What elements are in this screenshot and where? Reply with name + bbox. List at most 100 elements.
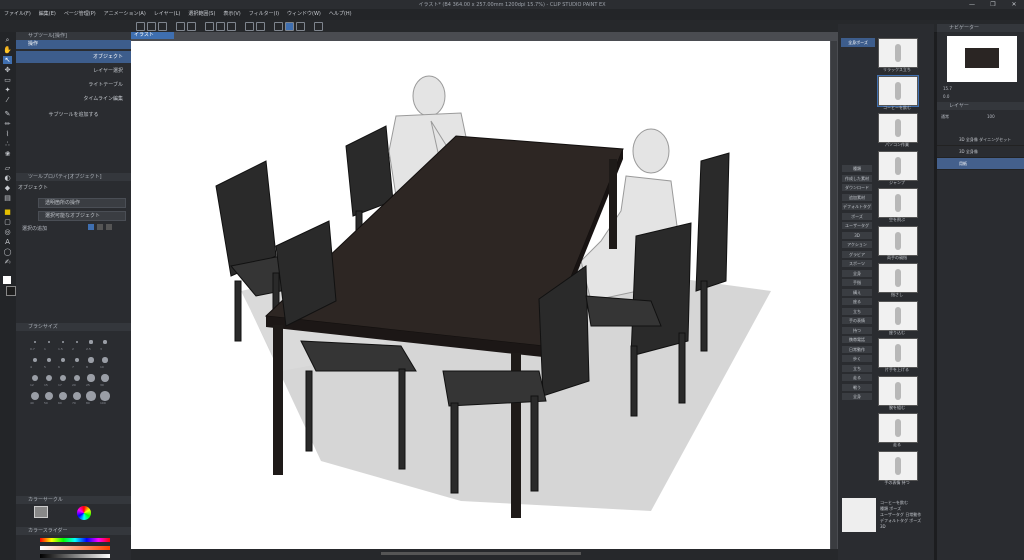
brush-tool-icon[interactable]: ⌇	[3, 130, 12, 138]
correct-line-tool-icon[interactable]: ✍	[3, 258, 12, 266]
material-tag[interactable]: アクション	[842, 241, 872, 248]
brightness-slider[interactable]	[40, 554, 110, 558]
transparent-area-select[interactable]: 透明箇所の操作	[38, 198, 126, 208]
saturation-slider[interactable]	[40, 546, 110, 550]
horizontal-scrollbar[interactable]	[381, 552, 581, 555]
material-thumbnail[interactable]	[878, 375, 918, 406]
figure-tool-icon[interactable]: ■	[3, 208, 12, 216]
material-tag[interactable]: ポーズ	[842, 212, 872, 220]
hand-tool-icon[interactable]: ✋	[3, 46, 12, 54]
open-icon[interactable]	[147, 22, 156, 31]
eraser-tool-icon[interactable]: ▱	[3, 164, 12, 172]
brush-size-option[interactable]	[60, 357, 66, 363]
brush-size-option[interactable]	[34, 341, 36, 343]
selection-tool-icon[interactable]: ▭	[3, 76, 12, 84]
brush-size-option[interactable]	[102, 357, 108, 363]
invert-icon[interactable]	[256, 22, 265, 31]
brush-size-option[interactable]	[61, 340, 65, 344]
add-selection-mode-1[interactable]	[88, 224, 94, 230]
material-thumbnail[interactable]	[878, 263, 918, 293]
brush-size-option[interactable]	[59, 374, 67, 382]
brush-size-option[interactable]	[88, 357, 94, 363]
material-tag[interactable]: 種類	[842, 165, 872, 172]
auto-select-tool-icon[interactable]: ✦	[3, 86, 12, 94]
brush-size-option[interactable]	[46, 357, 52, 363]
snap-grid-icon[interactable]	[296, 22, 305, 31]
material-tag[interactable]: 作成した素材	[842, 174, 872, 182]
material-tag[interactable]: 座る	[842, 298, 872, 305]
zoom-tool-icon[interactable]: ⌕	[3, 36, 12, 44]
material-thumbnail[interactable]	[878, 450, 918, 481]
material-tag[interactable]: 日常動作	[842, 345, 872, 353]
blend-tool-icon[interactable]: ◐	[3, 174, 12, 182]
pen-tool-icon[interactable]: ✎	[3, 110, 12, 118]
brush-size-option[interactable]	[31, 392, 39, 400]
canvas[interactable]	[131, 41, 830, 549]
close-button[interactable]: ✕	[1004, 0, 1024, 9]
material-tag[interactable]: 3D	[842, 231, 872, 239]
brush-size-option[interactable]	[44, 391, 54, 401]
balloon-tool-icon[interactable]: ◯	[3, 248, 12, 256]
material-tag[interactable]: ユーザータグ	[842, 222, 872, 229]
material-tag[interactable]: デフォルトタグ	[842, 203, 872, 210]
layer-item[interactable]: 3D 全身像	[937, 146, 1024, 158]
material-tag[interactable]: グラビア	[842, 250, 872, 258]
material-thumbnail[interactable]	[878, 113, 918, 143]
material-tag[interactable]: ダウンロード	[842, 184, 872, 191]
navigator-zoom[interactable]: 15.7	[943, 86, 952, 91]
navigator-angle[interactable]: 0.0	[943, 94, 949, 99]
layer-item[interactable]: 3D 全身像 ダイニングセット	[937, 134, 1024, 146]
material-thumbnail[interactable]	[878, 188, 918, 218]
subtool-timeline-edit[interactable]: タイムライン編集	[16, 93, 131, 105]
material-tag[interactable]: 全身	[842, 269, 872, 277]
menu-animation[interactable]: アニメーション(A)	[100, 9, 150, 20]
device-icon[interactable]	[314, 22, 323, 31]
brush-size-option[interactable]	[72, 391, 82, 401]
add-selection-mode-2[interactable]	[97, 224, 103, 230]
vertical-scrollbar[interactable]	[831, 41, 837, 549]
material-thumbnail[interactable]	[878, 300, 918, 331]
layer-item-paper[interactable]: 用紙	[937, 158, 1024, 170]
sub-color-swatch[interactable]	[6, 286, 16, 296]
brush-size-option[interactable]	[47, 340, 51, 344]
subtool-group-tab[interactable]: 操作	[16, 40, 131, 49]
material-tag[interactable]: 持つ	[842, 326, 872, 334]
undo-icon[interactable]	[176, 22, 185, 31]
add-selection-mode-3[interactable]	[106, 224, 112, 230]
new-icon[interactable]	[136, 22, 145, 31]
brush-size-option[interactable]	[75, 340, 79, 344]
current-color-swatch[interactable]	[34, 506, 48, 518]
minimize-button[interactable]: —	[962, 0, 982, 9]
clear-icon[interactable]	[205, 22, 214, 31]
material-tag[interactable]: 手の表情	[842, 317, 872, 324]
material-tag[interactable]: 走る	[842, 374, 872, 381]
material-thumbnail[interactable]	[878, 225, 918, 256]
navigator-preview[interactable]	[947, 36, 1017, 82]
text-tool-icon[interactable]: A	[3, 238, 12, 246]
material-tag[interactable]: 携帯電話	[842, 336, 872, 343]
material-tag[interactable]: 立ち	[842, 364, 872, 372]
eyedropper-tool-icon[interactable]: ⁄	[3, 96, 12, 104]
selectable-object-select[interactable]: 選択可能なオブジェクト	[38, 211, 126, 221]
brush-size-option[interactable]	[101, 374, 109, 382]
menu-page[interactable]: ページ管理(P)	[60, 9, 100, 20]
brush-size-option[interactable]	[100, 391, 110, 401]
maximize-button[interactable]: ❐	[983, 0, 1003, 9]
brush-size-option[interactable]	[103, 340, 107, 344]
material-tab[interactable]: 全身ポーズ	[841, 38, 875, 47]
brush-size-option[interactable]	[87, 374, 95, 382]
material-tag[interactable]: 立ち	[842, 307, 872, 315]
canvas-tab[interactable]: イラスト	[131, 32, 174, 39]
hue-slider[interactable]	[40, 538, 110, 542]
menu-file[interactable]: ファイル(F)	[0, 9, 35, 20]
transform-icon[interactable]	[227, 22, 236, 31]
subtool-object[interactable]: オブジェクト	[16, 51, 131, 63]
snap-ruler-icon[interactable]	[274, 22, 283, 31]
brush-size-option[interactable]	[89, 340, 93, 344]
material-tag[interactable]: 構え	[842, 288, 872, 296]
brush-size-option[interactable]	[58, 391, 68, 401]
menu-filter[interactable]: フィルター(I)	[245, 9, 283, 20]
brush-size-option[interactable]	[74, 357, 80, 363]
material-tag[interactable]: 戦う	[842, 383, 872, 391]
material-tag[interactable]: 全身	[842, 393, 872, 400]
